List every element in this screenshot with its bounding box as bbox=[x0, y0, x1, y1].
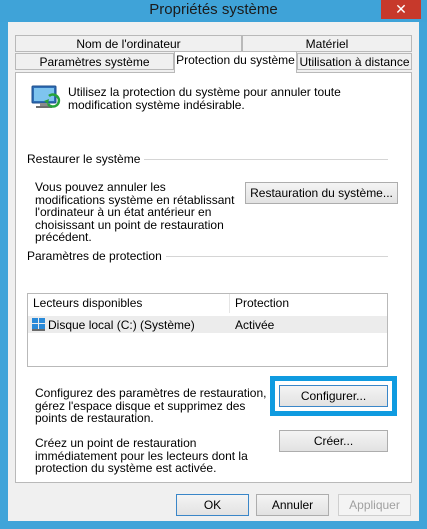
drive-protection-status: Activée bbox=[235, 318, 275, 332]
window-title: Propriétés système bbox=[149, 1, 278, 18]
title-bar: Propriétés système ✕ bbox=[0, 0, 427, 22]
cancel-button[interactable]: Annuler bbox=[256, 494, 329, 516]
dialog-client: Nom de l'ordinateur Matériel Paramètres … bbox=[8, 22, 419, 521]
restore-description: Vous pouvez annuler les modifications sy… bbox=[35, 180, 235, 244]
configure-text: Configurez des paramètres de restauratio… bbox=[35, 386, 267, 425]
close-button[interactable]: ✕ bbox=[381, 0, 421, 19]
system-protection-icon bbox=[29, 83, 61, 113]
column-separator[interactable] bbox=[229, 294, 230, 313]
column-header-drives[interactable]: Lecteurs disponibles bbox=[33, 294, 142, 313]
protection-group-label: Paramètres de protection bbox=[27, 249, 166, 263]
create-button[interactable]: Créer... bbox=[279, 430, 388, 452]
system-restore-button[interactable]: Restauration du système... bbox=[245, 182, 398, 204]
configure-highlight bbox=[270, 376, 397, 416]
drive-name: Disque local (C:) (Système) bbox=[48, 318, 195, 332]
apply-button[interactable]: Appliquer bbox=[338, 494, 411, 516]
intro-text: Utilisez la protection du système pour a… bbox=[68, 85, 341, 112]
tab-hardware[interactable]: Matériel bbox=[242, 35, 412, 52]
tab-computer-name[interactable]: Nom de l'ordinateur bbox=[15, 35, 242, 52]
list-item[interactable]: Disque local (C:) (Système) Activée bbox=[28, 316, 387, 333]
drives-list[interactable]: Lecteurs disponibles Protection Disque l… bbox=[27, 293, 388, 367]
system-protection-panel: Utilisez la protection du système pour a… bbox=[15, 72, 412, 483]
column-header-protection[interactable]: Protection bbox=[235, 294, 289, 313]
drive-icon bbox=[32, 318, 46, 331]
tab-advanced-settings[interactable]: Paramètres système avancés bbox=[15, 53, 174, 86]
ok-button[interactable]: OK bbox=[176, 494, 249, 516]
tab-remote-usage[interactable]: Utilisation à distance bbox=[297, 53, 412, 70]
create-text: Créez un point de restauration immédiate… bbox=[35, 436, 248, 475]
close-icon: ✕ bbox=[395, 1, 407, 17]
tab-system-protection[interactable]: Protection du système bbox=[174, 51, 297, 73]
restore-group-label: Restaurer le système bbox=[27, 152, 145, 166]
